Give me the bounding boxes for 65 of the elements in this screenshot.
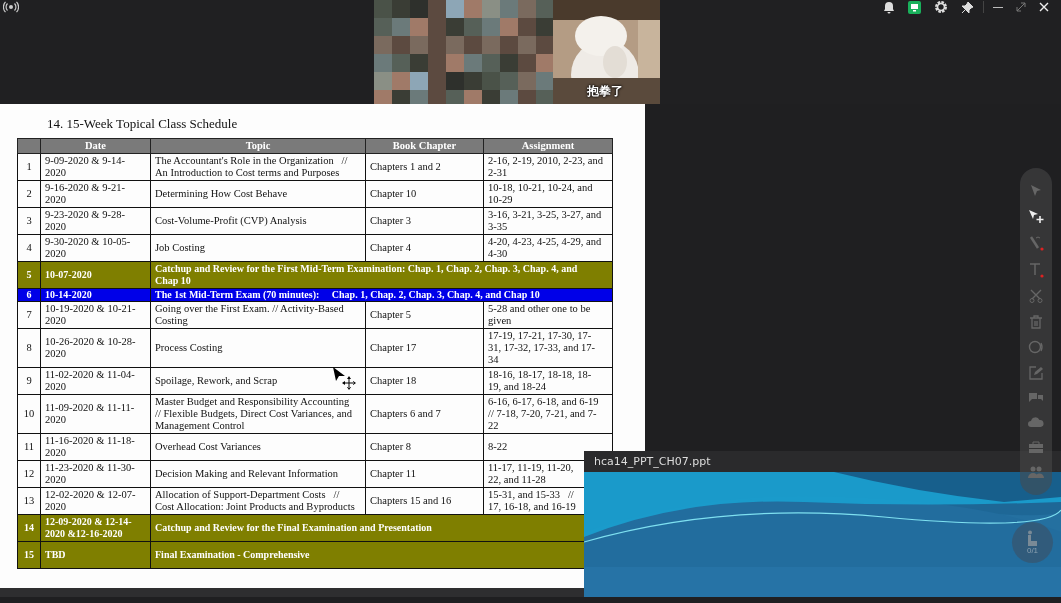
table-cell: 18-16, 18-17, 18-18, 18- 19, and 18-24: [483, 367, 613, 395]
table-cell: Job Costing: [150, 234, 366, 262]
table-cell: 1: [17, 153, 41, 181]
table-cell: 10-18, 10-21, 10-24, and 10-29: [483, 180, 613, 208]
table-cell: 8: [17, 328, 41, 368]
table-cell: Chapter 8: [365, 433, 484, 461]
table-cell: 9-16-2020 & 9-21- 2020: [40, 180, 151, 208]
table-cell: Chapter 3: [365, 207, 484, 235]
table-cell: Allocation of Support-Department Costs // Cost Allocation: Joint Products and Byproducts: [150, 487, 366, 515]
table-cell: 4: [17, 234, 41, 262]
table-cell: 10: [17, 394, 41, 434]
table-cell: 6-16, 6-17, 6-18, and 6-19 // 7-18, 7-20, 7-21, and 7- 22: [483, 394, 613, 434]
document-title: 14. 15-Week Topical Class Schedule: [47, 116, 239, 132]
table-cell: 10-26-2020 & 10-28- 2020: [40, 328, 151, 368]
table-cell: Process Costing: [150, 328, 366, 368]
table-cell: 9-23-2020 & 9-28- 2020: [40, 207, 151, 235]
table-cell: 15: [17, 541, 41, 569]
table-cell: 12-02-2020 & 12-07- 2020: [40, 487, 151, 515]
table-cell: 10-07-2020: [40, 261, 151, 289]
table-cell: Chapters 1 and 2: [365, 153, 484, 181]
table-cell: Overhead Cost Variances: [150, 433, 366, 461]
table-cell: Cost-Volume-Profit (CVP) Analysis: [150, 207, 366, 235]
column-header: Book Chapter: [365, 138, 484, 154]
table-cell: 5-28 and other one to be given: [483, 301, 613, 329]
table-cell: 9-09-2020 & 9-14- 2020: [40, 153, 151, 181]
table-cell: Chapter 17: [365, 328, 484, 368]
video-caption: 抱拳了: [587, 83, 623, 100]
table-cell: Chapter 4: [365, 234, 484, 262]
table-cell: Determining How Cost Behave: [150, 180, 366, 208]
table-cell: 11-02-2020 & 11-04- 2020: [40, 367, 151, 395]
table-cell: 12: [17, 460, 41, 488]
table-cell: TBD: [40, 541, 151, 569]
raise-hand-button[interactable]: 0/1: [1012, 522, 1053, 563]
table-cell: Chapters 15 and 16: [365, 487, 484, 515]
table-cell: Chapters 6 and 7: [365, 394, 484, 434]
table-cell: 11-16-2020 & 11-18- 2020: [40, 433, 151, 461]
table-cell: 4-20, 4-23, 4-25, 4-29, and 4-30: [483, 234, 613, 262]
table-cell: 13: [17, 487, 41, 515]
table-cell: The Accountant's Role in the Organization // An Introduction to Cost terms and Purposes: [150, 153, 366, 181]
table-cell: 11-23-2020 & 11-30- 2020: [40, 460, 151, 488]
table-cell: Chapter 11: [365, 460, 484, 488]
table-cell: Decision Making and Relevant Information: [150, 460, 366, 488]
table-cell: Chapter 10: [365, 180, 484, 208]
table-cell: 12-09-2020 & 12-14- 2020 &12-16-2020: [40, 514, 151, 542]
column-header: Topic: [150, 138, 366, 154]
column-header: Assignment: [483, 138, 613, 154]
table-cell: Chapter 18: [365, 367, 484, 395]
table-cell: Going over the First Exam. // Activity-Based Costing: [150, 301, 366, 329]
table-cell: 10-19-2020 & 10-21- 2020: [40, 301, 151, 329]
column-header: Date: [40, 138, 151, 154]
table-cell: 3-16, 3-21, 3-25, 3-27, and 3-35: [483, 207, 613, 235]
table-cell: 17-19, 17-21, 17-30, 17- 31, 17-32, 17-33, and 17- 34: [483, 328, 613, 368]
table-cell: 5: [17, 261, 41, 289]
table-cell: 14: [17, 514, 41, 542]
table-cell: 3: [17, 207, 41, 235]
table-cell: 11: [17, 433, 41, 461]
table-cell: 9: [17, 367, 41, 395]
table-cell: 11-09-2020 & 11-11- 2020: [40, 394, 151, 434]
table-cell: Chapter 5: [365, 301, 484, 329]
table-cell: 2: [17, 180, 41, 208]
table-cell: 7: [17, 301, 41, 329]
table-cell: Master Budget and Responsibility Accounting // Flexible Budgets, Direct Cost Variances, and Management Control: [150, 394, 366, 434]
table-cell: 2-16, 2-19, 2010, 2-23, and 2-31: [483, 153, 613, 181]
table-cell: Catchup and Review for the First Mid-Term Examination: Chap. 1, Chap. 2, Chap. 3, Chap. 4, and Chap 10: [150, 261, 613, 289]
table-cell: 9-30-2020 & 10-05- 2020: [40, 234, 151, 262]
